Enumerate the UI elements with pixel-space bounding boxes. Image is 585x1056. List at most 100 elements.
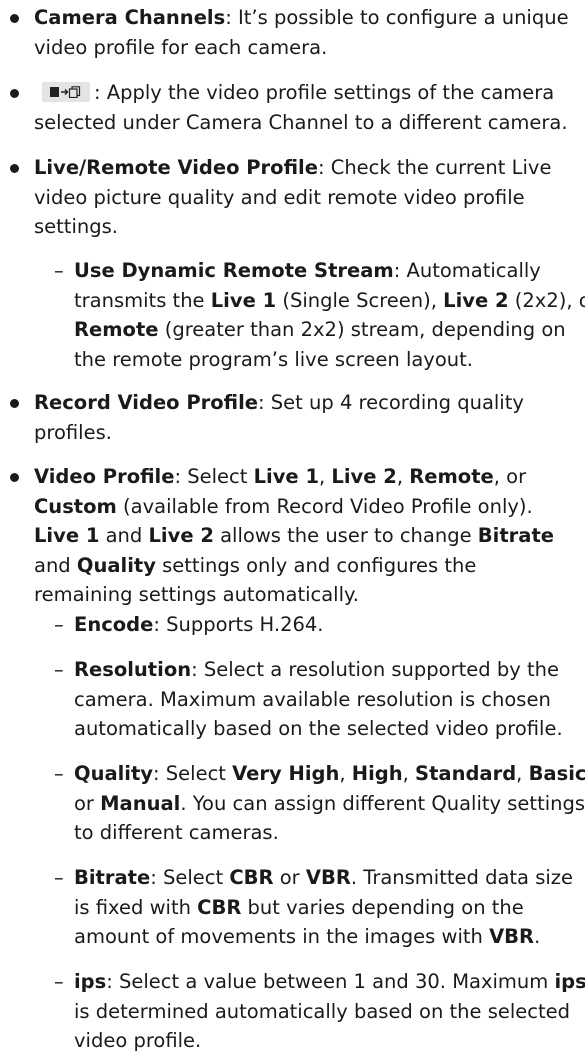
bullet <box>10 14 19 23</box>
copy-settings-button[interactable] <box>42 81 90 102</box>
text-run: video profile. <box>74 1029 202 1052</box>
text-run: : Automatically <box>393 259 541 282</box>
bold-term: Camera Channels <box>34 6 226 29</box>
text-run: (available from Record Video Profile onl… <box>116 494 533 518</box>
list-item-record-video-profile: Record Video Profile: Set up 4 recording… <box>0 388 585 447</box>
bold-term: Live/Remote Video Profile <box>34 156 318 179</box>
text-line: video profile. <box>74 1026 585 1056</box>
bold-term: Standard <box>415 762 517 785</box>
text-run: allows the user to change <box>213 524 478 547</box>
bold-term: Remote <box>74 318 159 341</box>
text-line: Encode: Supports H.264. <box>74 610 585 640</box>
text-line: Quality: Select Very High, High, Standar… <box>74 759 585 789</box>
text-line: Video Profile: Select Live 1, Live 2, Re… <box>34 462 585 492</box>
bold-term: Remote <box>409 465 494 488</box>
list-item-bitrate: – Bitrate: Select CBR or VBR. Transmitted… <box>0 863 585 952</box>
text-run: settings only and configures the <box>155 553 477 577</box>
bold-term: VBR <box>489 925 535 948</box>
text-run: selected under Camera Channel to a diffe… <box>34 110 568 134</box>
bullet <box>10 89 19 98</box>
text-run: but varies depending on the <box>241 895 524 919</box>
bold-term: CBR <box>197 895 242 919</box>
text-line: and Quality settings only and configures… <box>34 551 585 581</box>
bold-term: Resolution <box>74 658 192 681</box>
bullet <box>10 473 19 482</box>
text-line: Remote (greater than 2x2) stream, depend… <box>74 315 585 345</box>
text-line: is determined automatically based on the… <box>74 997 585 1027</box>
text-line: to different cameras. <box>74 818 585 848</box>
bold-term: Record Video Profile <box>34 391 259 414</box>
text-line: is fixed with CBR but varies depending o… <box>74 893 585 923</box>
text-line: transmits the Live 1 (Single Screen), Li… <box>74 286 585 316</box>
bold-term: Live 2 <box>331 465 397 488</box>
text-run: , <box>402 762 416 785</box>
text-line: camera. Maximum available resolution is … <box>74 685 585 715</box>
text-run: amount of movements in the images with <box>74 925 490 948</box>
text-run: , or <box>493 465 527 488</box>
dash: – <box>54 866 64 889</box>
text-run: , <box>396 465 410 488</box>
text-run: : Select <box>174 465 254 488</box>
bold-term: Manual <box>100 791 181 815</box>
list-item-camera-channels: Camera Channels: It’s possible to config… <box>0 3 585 62</box>
text-run: is determined automatically based on the… <box>74 999 571 1023</box>
bold-term: Video Profile <box>34 465 175 488</box>
text-line: selected under Camera Channel to a diffe… <box>34 108 585 138</box>
dash: – <box>54 762 64 785</box>
bold-term: Live 1 <box>34 524 100 547</box>
text-line: remaining settings automatically. <box>34 580 585 610</box>
text-run: profiles. <box>34 420 112 444</box>
text-run: : Apply the video profile settings of th… <box>94 81 555 104</box>
list-item-quality: – Quality: Select Very High, High, Standa… <box>0 759 585 848</box>
text-run: camera. Maximum available resolution is … <box>74 687 551 711</box>
text-line: : Apply the video profile settings of th… <box>34 78 585 108</box>
text-run: . Transmitted data size <box>350 866 574 889</box>
bold-term: Quality <box>76 553 156 577</box>
list-item-copy-settings: : Apply the video profile settings of th… <box>0 78 585 137</box>
text-run: , <box>516 762 529 785</box>
bold-term: Live 2 <box>443 288 509 312</box>
bullet <box>10 164 19 173</box>
dash: – <box>54 613 64 636</box>
text-run: the remote program’s live screen layout. <box>74 347 473 371</box>
text-line: Custom (available from Record Video Prof… <box>34 492 585 522</box>
bold-term: Use Dynamic Remote Stream <box>74 259 394 282</box>
text-run: settings. <box>34 215 118 238</box>
text-line: Resolution: Select a resolution supporte… <box>74 655 585 685</box>
text-run: : Check the current Live <box>317 156 552 179</box>
text-run: : Select <box>150 866 230 889</box>
manual-page: Camera Channels: It’s possible to config… <box>0 0 585 1052</box>
text-line: settings. <box>34 212 585 242</box>
bold-term: Bitrate <box>477 524 554 547</box>
list-item-resolution: – Resolution: Select a resolution support… <box>0 655 585 744</box>
bold-term: Encode <box>74 613 154 636</box>
bold-term: VBR <box>305 866 351 889</box>
text-run: is fixed with <box>74 895 198 919</box>
text-run: (Single Screen), <box>276 288 444 312</box>
text-run: or <box>74 791 101 815</box>
text-line: or Manual. You can assign different Qual… <box>74 789 585 819</box>
text-line: Live 1 and Live 2 allows the user to cha… <box>34 521 585 551</box>
list-item-video-profile: Video Profile: Select Live 1, Live 2, Re… <box>0 462 585 610</box>
list-item-ips: – ips: Select a value between 1 and 30. M… <box>0 967 585 1056</box>
bold-term: CBR <box>229 866 274 889</box>
text-line: Use Dynamic Remote Stream: Automatically <box>74 256 585 286</box>
text-run: . You can assign different Quality setti… <box>180 791 585 815</box>
text-run: video picture quality and edit remote vi… <box>34 185 525 209</box>
bold-term: ips <box>74 970 107 993</box>
text-run: or <box>273 866 306 889</box>
text-run: transmits the <box>74 288 211 312</box>
text-run: video profile for each camera. <box>34 35 328 59</box>
text-line: video picture quality and edit remote vi… <box>34 183 585 213</box>
text-line: Live/Remote Video Profile: Check the cur… <box>34 153 585 183</box>
text-run: automatically based on the selected vide… <box>74 717 563 740</box>
text-run: remaining settings automatically. <box>34 583 359 606</box>
text-run: : It’s possible to configure a unique <box>225 6 569 29</box>
bold-term: Live 1 <box>210 288 277 312</box>
text-line: Bitrate: Select CBR or VBR. Transmitted … <box>74 863 585 893</box>
text-line: video profile for each camera. <box>34 33 585 63</box>
text-run: and <box>34 553 77 577</box>
bold-term: Basic <box>528 762 585 785</box>
text-run: : Select a resolution supported by the <box>191 658 559 681</box>
bold-term: Very High <box>232 762 340 785</box>
